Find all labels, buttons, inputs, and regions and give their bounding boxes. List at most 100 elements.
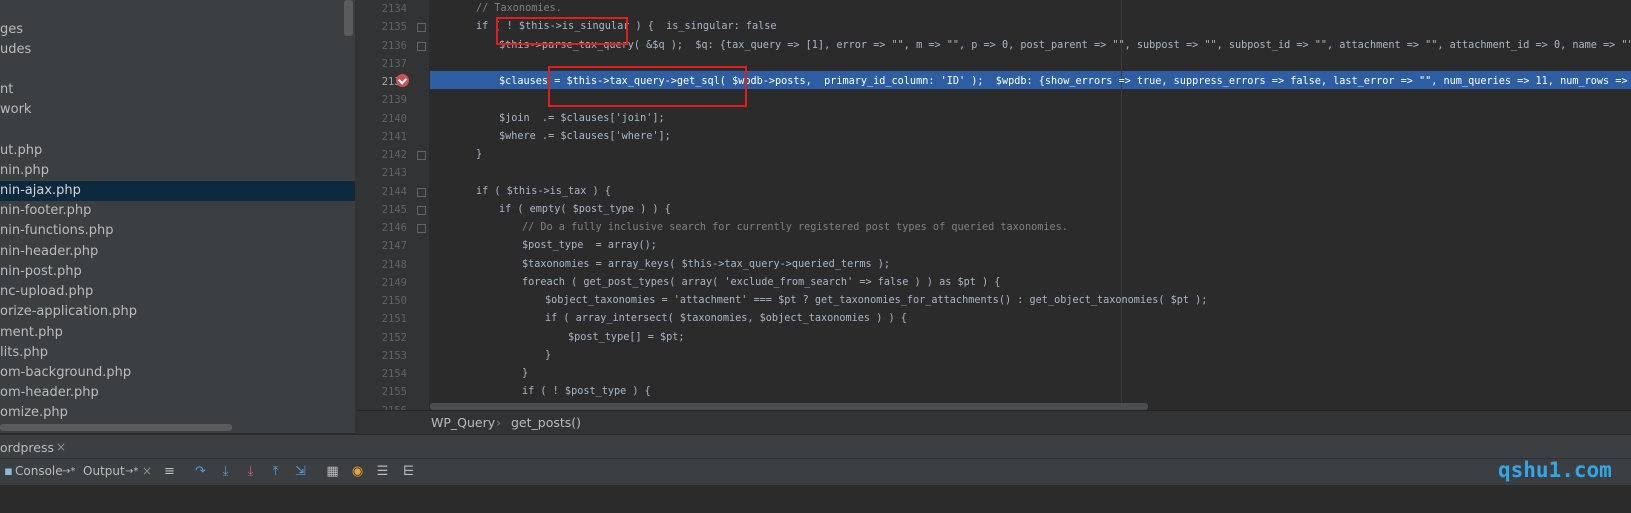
file-tree-label: lits.php [0,345,48,360]
pin-output-icon[interactable]: →* [125,466,138,477]
pin-console-icon[interactable]: →* [62,466,75,477]
debug-toolbar: ▪ Console →* Output →* × ≡ ↷ ⤓ ⤓ ⤒ ⇲ ▦ ◉… [0,458,1631,485]
line-number: 2149 [381,276,407,289]
file-tree-item[interactable]: lits.php [0,343,355,363]
file-tree-label: orize-application.php [0,304,138,319]
code-line[interactable]: // Taxonomies. [476,0,562,18]
file-tree-label: ment.php [0,325,63,340]
code-line[interactable]: if ( ! $post_type ) { [522,383,651,401]
file-tree-item[interactable]: nt [0,80,355,100]
file-tree-item[interactable]: nin-header.php [0,242,355,262]
file-tree-label: nin-ajax.php [0,183,81,198]
code-line[interactable]: $post_type = array(); [522,237,657,255]
line-number: 2142 [381,149,407,161]
step-into-icon[interactable]: ⤓ [217,463,234,480]
sidebar-vertical-scrollbar[interactable] [344,0,353,36]
line-number: 2140 [381,112,407,125]
file-tree-label: nt [0,82,14,97]
debug-session-tab[interactable]: ordpress [0,440,54,455]
line-number: 2147 [381,240,407,253]
fold-marker-icon[interactable] [417,41,426,51]
breadcrumb-class[interactable]: WP_Query [431,415,495,430]
status-bar [0,485,1631,513]
code-line[interactable]: } [545,347,551,365]
menu-icon[interactable]: ≡ [161,463,178,480]
fold-marker-icon[interactable] [417,205,426,215]
code-line[interactable]: $this->parse_tax_query( &$q ); $q: {tax_… [499,37,1631,55]
file-tree-item[interactable]: ges [0,20,355,40]
file-tree-item[interactable]: om-background.php [0,363,355,383]
line-number: 2141 [381,130,407,143]
file-tree-label: ut.php [0,143,43,158]
line-number: 2148 [381,258,407,271]
line-number: 2155 [381,386,407,399]
file-tree-item[interactable]: nc-upload.php [0,282,355,302]
evaluate-expression-icon[interactable]: ▦ [324,463,341,480]
line-number: 2145 [381,203,407,216]
code-line[interactable]: if ( $this->is_tax ) { [476,183,611,201]
file-tree-item[interactable]: nin-footer.php [0,201,355,221]
fold-marker-icon[interactable] [417,151,426,160]
code-line[interactable]: if ( empty( $post_type ) ) { [499,201,671,219]
fold-marker-icon[interactable] [417,224,426,233]
breadcrumb: WP_Query › get_posts() [357,410,1631,435]
annotation-box-is-singular [496,17,628,45]
step-out-icon[interactable]: ⤒ [267,463,284,480]
fold-marker-icon[interactable] [417,187,426,197]
line-number: 2151 [381,313,407,326]
force-step-into-icon[interactable]: ⤓ [242,463,259,480]
line-number: 2134 [381,3,407,15]
file-tree-label: nin-post.php [0,264,82,279]
code-line[interactable]: } [476,146,482,164]
fold-marker-icon[interactable] [417,23,426,33]
file-tree-item[interactable]: omize.php [0,403,355,423]
file-tree-label: nin-functions.php [0,223,114,238]
code-line[interactable]: } [522,365,528,383]
step-over-icon[interactable]: ↷ [192,463,209,480]
file-tree-item[interactable]: ut.php [0,141,355,161]
code-line[interactable]: $taxonomies = array_keys( $this->tax_que… [522,256,890,274]
right-margin-guide [1121,0,1122,410]
line-number: 2146 [381,222,407,234]
breadcrumb-method[interactable]: get_posts() [511,415,581,430]
annotation-box-get-sql [548,66,747,107]
code-line[interactable]: if ( array_intersect( $taxonomies, $obje… [545,310,907,328]
code-line[interactable]: // Do a fully inclusive search for curre… [522,219,1068,237]
file-tree-item[interactable]: om-header.php [0,383,355,403]
file-tree-label: nin.php [0,163,49,178]
file-tree-item[interactable]: nin-post.php [0,262,355,282]
code-line[interactable]: $post_type[] = $pt; [568,329,685,347]
project-tree-panel: ges udes nt work ut.php nin.php nin-ajax.php ni… [0,0,355,433]
code-line[interactable]: foreach ( get_post_types( array( 'exclud… [522,274,1000,292]
file-tree-label: work [0,102,32,117]
file-tree-item[interactable]: work [0,100,355,120]
code-line[interactable]: $join .= $clauses['join']; [499,110,665,128]
file-tree-item[interactable]: nin-functions.php [0,221,355,241]
close-icon[interactable]: × [56,440,66,454]
file-tree-label: om-background.php [0,365,132,380]
code-line[interactable]: $object_taxonomies = 'attachment' === $p… [545,292,1207,310]
run-to-cursor-icon[interactable]: ⇲ [292,463,309,480]
file-tree-item[interactable]: udes [0,40,355,60]
file-tree-label: nin-footer.php [0,203,92,218]
file-tree-item[interactable]: nin-ajax.php [0,181,355,201]
output-tab[interactable]: Output [83,464,125,478]
settings-list-icon[interactable]: ⋿ [400,463,417,480]
editor-horizontal-scrollbar[interactable] [430,403,1631,410]
watch-icon[interactable]: ◉ [349,463,366,480]
code-editor[interactable]: // Taxonomies. if ( ! $this->is_singular … [430,0,1631,410]
code-line[interactable]: $where .= $clauses['where']; [499,128,671,146]
file-tree-item[interactable]: nin.php [0,161,355,181]
line-number: 2139 [381,94,407,107]
file-tree-item[interactable]: orize-application.php [0,302,355,322]
close-icon[interactable]: × [142,464,152,478]
file-tree-item[interactable]: ment.php [0,323,355,343]
line-number: 2153 [381,349,407,362]
list-icon[interactable]: ☰ [374,463,391,480]
file-tree-label: ges [0,22,24,37]
horizontal-scroll-thumb[interactable] [430,403,1148,410]
sidebar-horizontal-scrollbar[interactable] [0,424,232,431]
line-number: 2144 [381,185,407,198]
console-tab[interactable]: Console [15,464,63,478]
breakpoint-icon[interactable] [396,74,409,87]
